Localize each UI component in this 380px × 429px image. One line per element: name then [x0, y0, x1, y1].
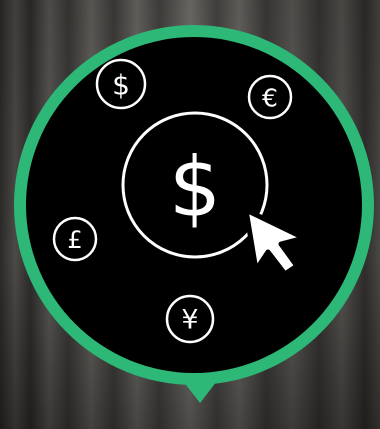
- currency-badge-graphic: $ $ € £ ¥: [0, 0, 380, 429]
- currency-badge: $ $ € £ ¥: [14, 25, 374, 403]
- svg-text:€: €: [262, 84, 278, 113]
- svg-text:$: $: [169, 141, 221, 236]
- svg-text:¥: ¥: [181, 305, 198, 336]
- svg-text:£: £: [67, 226, 82, 254]
- svg-text:$: $: [112, 69, 130, 102]
